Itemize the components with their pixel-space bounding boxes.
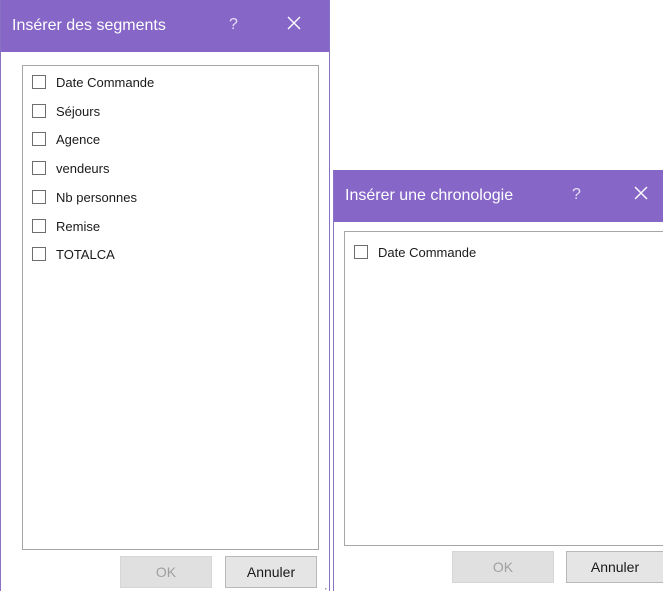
ok-button[interactable]: OK [120,556,212,588]
resize-grip-icon[interactable] [319,581,327,590]
checkbox[interactable] [32,104,46,118]
field-list: Date Commande [344,231,663,546]
dialog-title: Insérer une chronologie [345,187,514,204]
dialog-titlebar: Insérer une chronologie ? [334,170,663,222]
help-button[interactable]: ? [229,16,238,34]
cancel-button[interactable]: Annuler [566,551,663,583]
list-item[interactable]: Agence [32,129,100,149]
dialog-title: Insérer des segments [12,17,166,34]
field-label: Remise [56,218,101,234]
checkbox[interactable] [32,190,46,204]
field-label: Nb personnes [56,189,137,205]
checkbox[interactable] [32,75,46,89]
insert-slicers-dialog: Insérer des segments ? Date Commande Séj… [0,0,330,591]
field-label: TOTALCA [56,246,115,262]
checkbox[interactable] [354,245,368,259]
cancel-button[interactable]: Annuler [225,556,317,588]
field-label: Agence [56,131,101,147]
list-item[interactable]: TOTALCA [32,244,115,264]
checkbox[interactable] [32,219,46,233]
dialog-titlebar: Insérer des segments ? [1,0,329,52]
field-label: Date Commande [378,244,477,260]
field-label: Date Commande [56,74,155,90]
list-item[interactable]: vendeurs [32,158,109,178]
field-label: vendeurs [56,160,110,176]
list-item[interactable]: Remise [32,216,100,236]
help-button[interactable]: ? [572,186,581,204]
list-item[interactable]: Date Commande [32,72,154,92]
field-label: Séjours [56,103,101,119]
ok-button[interactable]: OK [452,551,554,583]
close-icon[interactable] [285,14,303,32]
list-item[interactable]: Date Commande [354,242,476,262]
field-list: Date Commande Séjours Agence vendeurs Nb… [22,65,319,550]
list-item[interactable]: Séjours [32,101,100,121]
checkbox[interactable] [32,132,46,146]
list-item[interactable]: Nb personnes [32,187,137,207]
close-icon[interactable] [632,184,650,202]
checkbox[interactable] [32,161,46,175]
insert-timeline-dialog: Insérer une chronologie ? Date Commande … [333,170,663,591]
checkbox[interactable] [32,247,46,261]
